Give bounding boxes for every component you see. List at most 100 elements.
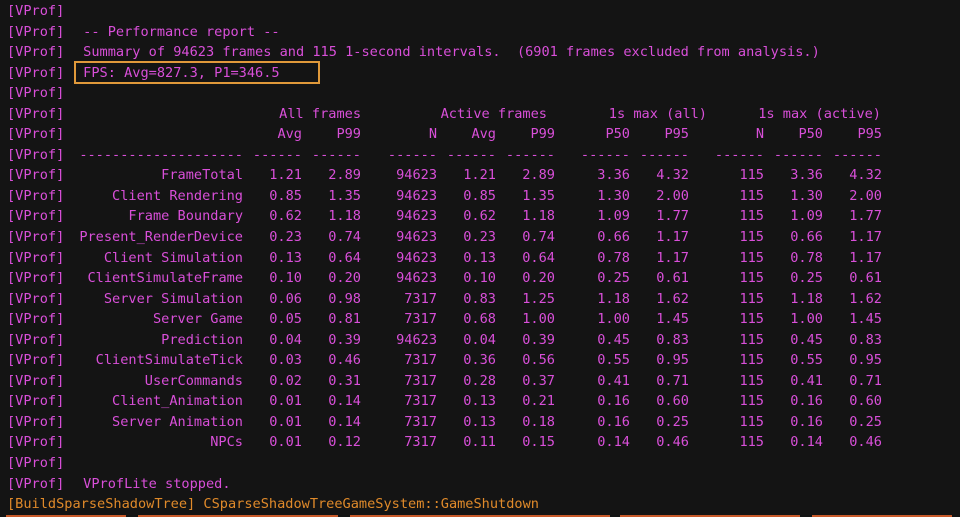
table-cell: 94623	[396, 229, 437, 246]
row-name: Present_RenderDevice	[79, 229, 243, 246]
column-header: Avg	[277, 126, 302, 143]
separator: ------	[832, 146, 882, 163]
table-cell: 1.77	[849, 208, 882, 225]
table-cell: 1.45	[656, 311, 689, 328]
table-cell: 0.39	[328, 331, 361, 348]
table-cell: 1.00	[597, 311, 630, 328]
table-cell: 0.60	[849, 393, 882, 410]
console-message: Summary of 94623 frames and 115 1-second…	[75, 44, 820, 61]
clipped-next-line	[0, 511, 960, 517]
table-cell: 0.13	[463, 393, 496, 410]
table-cell: 0.55	[597, 352, 630, 369]
console-line: [VProf]	[7, 453, 953, 474]
table-cell: 115	[739, 311, 764, 328]
table-cell: 0.02	[269, 372, 302, 389]
table-cell: 0.41	[597, 372, 630, 389]
console-message: -- Performance report --	[75, 23, 280, 40]
table-cell: 0.39	[522, 331, 555, 348]
column-header: P99	[530, 126, 555, 143]
table-cell: 0.28	[463, 372, 496, 389]
table-cell: 1.17	[656, 229, 689, 246]
vprof-prefix: [VProf]	[7, 270, 65, 287]
table-cell: 0.83	[656, 331, 689, 348]
table-row: [VProf] Present_RenderDevice 0.23 0.74 94623…	[7, 227, 953, 248]
separator: --------------------	[79, 146, 243, 163]
separator: ------	[252, 146, 302, 163]
table-cell: 1.00	[790, 311, 823, 328]
table-cell: 0.46	[849, 434, 882, 451]
table-cell: 1.17	[849, 229, 882, 246]
table-row: [VProf] ClientSimulateTick 0.03 0.46 7317 0.3…	[7, 350, 953, 371]
table-cell: 0.23	[463, 229, 496, 246]
console-message: FPS: Avg=827.3, P1=346.5	[75, 64, 280, 81]
vprof-prefix: [VProf]	[7, 105, 65, 122]
group-all-frames: All frames	[279, 105, 361, 122]
table-cell: 115	[739, 372, 764, 389]
table-cell: 7317	[404, 372, 437, 389]
table-cell: 94623	[396, 167, 437, 184]
table-cell: 0.64	[328, 249, 361, 266]
table-cell: 7317	[404, 413, 437, 430]
row-name: UserCommands	[144, 372, 243, 389]
column-header	[75, 124, 243, 145]
table-cell: 0.25	[597, 270, 630, 287]
table-row: [VProf] Frame Boundary 0.62 1.18 94623 0.62 1.…	[7, 206, 953, 227]
table-cell: 0.06	[269, 290, 302, 307]
table-cell: 1.18	[597, 290, 630, 307]
table-cell: 4.32	[849, 167, 882, 184]
vprof-prefix: [VProf]	[7, 85, 65, 102]
table-cell: 0.04	[269, 331, 302, 348]
table-cell: 0.74	[328, 229, 361, 246]
table-cell: 0.20	[522, 270, 555, 287]
table-cell: 0.78	[597, 249, 630, 266]
table-cell: 0.85	[269, 187, 302, 204]
table-cell: 0.16	[597, 393, 630, 410]
column-header: N	[428, 126, 437, 143]
column-header: P95	[857, 126, 882, 143]
table-cell: 115	[739, 167, 764, 184]
table-cell: 0.83	[463, 290, 496, 307]
table-row: [VProf] ClientSimulateFrame 0.10 0.20 94623 0…	[7, 268, 953, 289]
table-cell: 0.16	[597, 413, 630, 430]
table-cell: 1.45	[849, 311, 882, 328]
table-cell: 0.05	[269, 311, 302, 328]
vprof-prefix: [VProf]	[7, 167, 65, 184]
row-name: Client Rendering	[112, 187, 243, 204]
table-cell: 0.81	[328, 311, 361, 328]
table-cell: 2.89	[328, 167, 361, 184]
table-cell: 115	[739, 413, 764, 430]
console-line: [VProf]	[7, 1, 953, 22]
vprof-prefix: [VProf]	[7, 249, 65, 266]
row-name: Server Game	[152, 311, 243, 328]
table-cell: 0.10	[269, 270, 302, 287]
table-cell: 0.83	[849, 331, 882, 348]
table-cell: 115	[739, 331, 764, 348]
table-cell: 0.03	[269, 352, 302, 369]
row-name: ClientSimulateFrame	[87, 270, 244, 287]
group-max-all: 1s max (all)	[608, 105, 707, 122]
table-cell: 1.18	[328, 208, 361, 225]
row-name: Client Simulation	[103, 249, 243, 266]
vprof-prefix: [VProf]	[7, 23, 65, 40]
separator: ------	[505, 146, 555, 163]
table-cell: 0.66	[790, 229, 823, 246]
vprof-prefix: [VProf]	[7, 187, 65, 204]
table-cell: 0.45	[790, 331, 823, 348]
vprof-prefix: [VProf]	[7, 44, 65, 61]
column-header: P99	[336, 126, 361, 143]
vprof-prefix: [VProf]	[7, 372, 65, 389]
table-cell: 7317	[404, 290, 437, 307]
table-cell: 0.01	[269, 413, 302, 430]
table-cell: 115	[739, 229, 764, 246]
vprof-prefix: [VProf]	[7, 331, 65, 348]
row-name: FrameTotal	[161, 167, 243, 184]
column-header: N	[755, 126, 764, 143]
table-cell: 0.25	[790, 270, 823, 287]
table-cell: 1.00	[522, 311, 555, 328]
console-line: [VProf] Summary of 94623 frames and 115 …	[7, 42, 953, 63]
table-cell: 0.36	[463, 352, 496, 369]
table-cell: 0.66	[597, 229, 630, 246]
table-cell: 115	[739, 270, 764, 287]
table-cell: 0.46	[328, 352, 361, 369]
console-output: [VProf] [VProf] -- Performance report --[…	[7, 1, 953, 515]
